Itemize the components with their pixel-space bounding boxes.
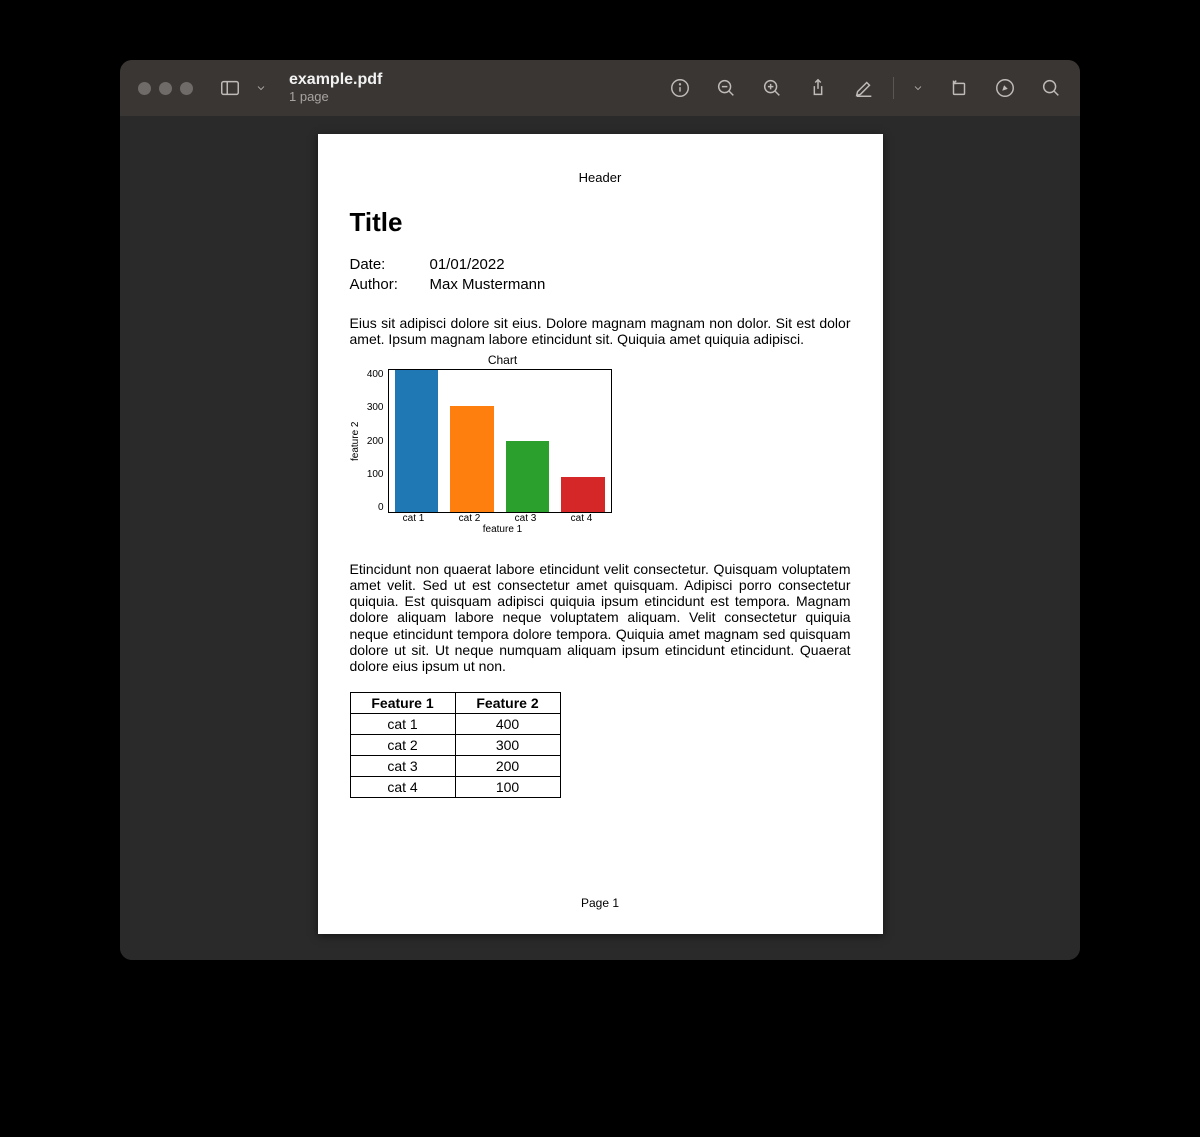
- date-label: Date:: [350, 256, 430, 273]
- rotate-icon[interactable]: [948, 77, 970, 99]
- highlight-icon[interactable]: [853, 77, 875, 99]
- author-label: Author:: [350, 276, 430, 293]
- table-row: cat 4100: [350, 776, 560, 797]
- bar: [395, 370, 439, 512]
- table-cell: 100: [455, 776, 560, 797]
- xtick: cat 4: [554, 513, 610, 524]
- bar: [450, 406, 494, 513]
- markup-dropdown-chevron-icon[interactable]: [912, 77, 924, 99]
- meta-date-row: Date: 01/01/2022: [350, 256, 851, 273]
- page-footer: Page 1: [318, 896, 883, 910]
- ytick: 100: [362, 469, 384, 480]
- bar: [561, 477, 605, 513]
- chart-xlabel: feature 1: [386, 524, 620, 535]
- table-cell: cat 1: [350, 713, 455, 734]
- minimize-window[interactable]: [159, 82, 172, 95]
- table-header: Feature 1: [350, 692, 455, 713]
- meta-author-row: Author: Max Mustermann: [350, 276, 851, 293]
- zoom-out-icon[interactable]: [715, 77, 737, 99]
- zoom-in-icon[interactable]: [761, 77, 783, 99]
- table-cell: 200: [455, 755, 560, 776]
- app-window: example.pdf 1 page Header Title Date: 01…: [120, 60, 1080, 960]
- table-cell: cat 3: [350, 755, 455, 776]
- toolbar: [669, 77, 1062, 99]
- document-filename: example.pdf: [289, 71, 655, 89]
- chart: Chart feature 2 400 300 200 100 0 cat 1cat 2…: [350, 353, 620, 535]
- table-row: cat 2300: [350, 734, 560, 755]
- author-value: Max Mustermann: [430, 276, 546, 293]
- table-row: cat 1400: [350, 713, 560, 734]
- chart-xticks: cat 1cat 2cat 3cat 4: [386, 513, 610, 524]
- document-page-count: 1 page: [289, 90, 655, 105]
- close-window[interactable]: [138, 82, 151, 95]
- ytick: 200: [362, 436, 384, 447]
- page-header: Header: [350, 170, 851, 185]
- markup-pen-icon[interactable]: [994, 77, 1016, 99]
- pdf-page: Header Title Date: 01/01/2022 Author: Ma…: [318, 134, 883, 934]
- zoom-window[interactable]: [180, 82, 193, 95]
- sidebar-dropdown-chevron-icon[interactable]: [255, 77, 267, 99]
- chart-title: Chart: [350, 353, 620, 367]
- window-controls: [138, 82, 193, 95]
- share-icon[interactable]: [807, 77, 829, 99]
- data-table: Feature 1Feature 2 cat 1400cat 2300cat 3…: [350, 692, 561, 798]
- search-icon[interactable]: [1040, 77, 1062, 99]
- document-viewer[interactable]: Header Title Date: 01/01/2022 Author: Ma…: [120, 116, 1080, 960]
- bar: [506, 441, 550, 512]
- xtick: cat 2: [442, 513, 498, 524]
- table-cell: 400: [455, 713, 560, 734]
- paragraph-2: Etincidunt non quaerat labore etincidunt…: [350, 561, 851, 674]
- toolbar-separator: [893, 77, 894, 99]
- sidebar-toggle[interactable]: [219, 77, 241, 99]
- table-cell: cat 4: [350, 776, 455, 797]
- chart-plot-area: [388, 369, 612, 513]
- chart-yticks: 400 300 200 100 0: [362, 369, 388, 513]
- date-value: 01/01/2022: [430, 256, 505, 273]
- ytick: 0: [362, 502, 384, 513]
- titlebar: example.pdf 1 page: [120, 60, 1080, 116]
- info-icon[interactable]: [669, 77, 691, 99]
- paragraph-1: Eius sit adipisci dolore sit eius. Dolor…: [350, 315, 851, 347]
- document-title: Title: [350, 207, 851, 238]
- chart-ylabel: feature 2: [350, 369, 362, 513]
- table-cell: 300: [455, 734, 560, 755]
- xtick: cat 1: [386, 513, 442, 524]
- table-row: cat 3200: [350, 755, 560, 776]
- xtick: cat 3: [498, 513, 554, 524]
- ytick: 300: [362, 402, 384, 413]
- table-cell: cat 2: [350, 734, 455, 755]
- document-title-area: example.pdf 1 page: [289, 71, 655, 104]
- ytick: 400: [362, 369, 384, 380]
- table-header: Feature 2: [455, 692, 560, 713]
